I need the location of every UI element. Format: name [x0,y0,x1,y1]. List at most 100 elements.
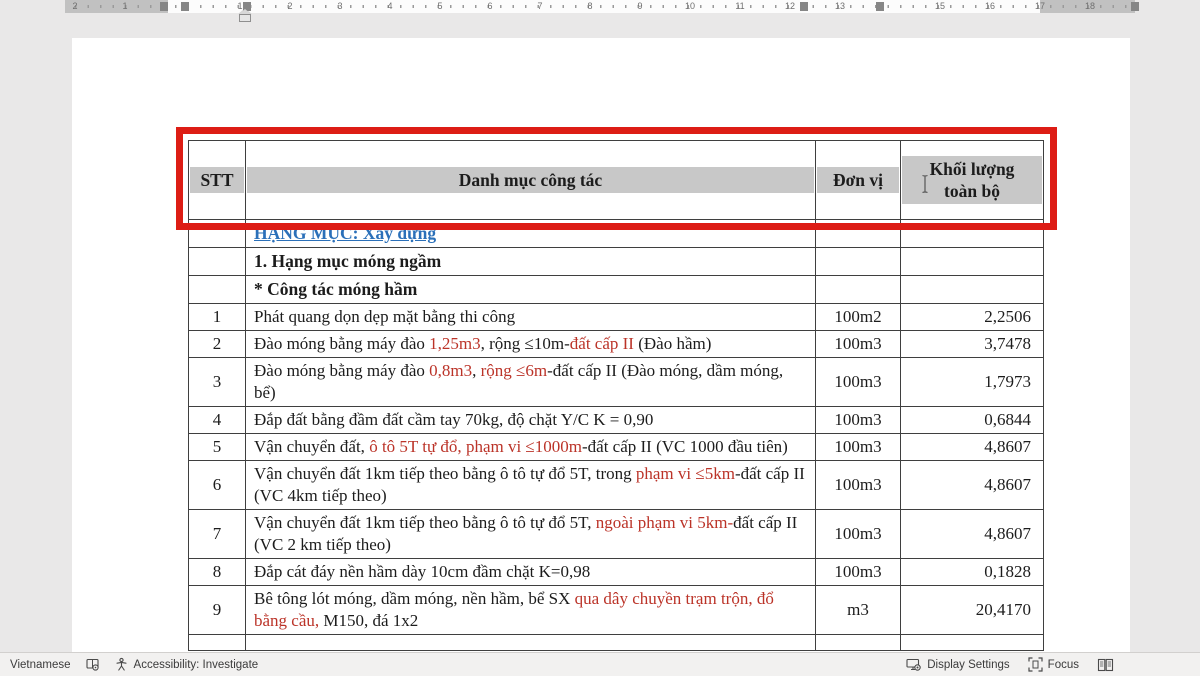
cell-desc[interactable]: Đắp đất bằng đầm đất cầm tay 70kg, độ ch… [246,407,816,434]
cell-qty[interactable] [901,248,1044,276]
cell-qty[interactable]: 4,8607 [901,461,1044,510]
cell-no[interactable] [189,635,246,651]
display-settings-button[interactable]: Display Settings [906,658,1009,672]
cell-unit[interactable] [816,276,901,304]
cell-no[interactable]: 5 [189,434,246,461]
cell-no[interactable]: 3 [189,358,246,407]
cell-desc[interactable]: 1. Hạng mục móng ngầm [246,248,816,276]
desc-text: Bê tông lót móng, dầm móng, nền hầm, bể … [254,589,575,608]
column-marker[interactable] [160,2,168,11]
cell-unit[interactable] [816,220,901,248]
table-row: 9 Bê tông lót móng, dầm móng, nền hầm, bể… [189,586,1044,635]
cell-desc[interactable] [246,635,816,651]
cell-unit[interactable] [816,248,901,276]
cell-qty[interactable]: 20,4170 [901,586,1044,635]
red-text: rộng ≤6m [481,361,547,380]
header-don-vi[interactable]: Đơn vị [816,141,901,220]
proofing-status-button[interactable] [85,657,100,672]
document-page[interactable]: STT Danh mục công tác Đơn vị Khối lượng … [72,38,1130,652]
column-marker[interactable] [876,2,884,11]
text-cursor [921,174,929,199]
cell-unit[interactable] [816,635,901,651]
header-khoi-luong[interactable]: Khối lượng toàn bộ [901,141,1044,220]
cell-desc[interactable]: HẠNG MỤC: Xây dựng [246,220,816,248]
cell-unit[interactable]: 100m3 [816,434,901,461]
red-text: phạm vi ≤1000m [466,437,582,456]
cell-unit[interactable]: 100m3 [816,510,901,559]
cell-unit[interactable]: 100m3 [816,358,901,407]
red-text: 0,8m3 [429,361,472,380]
ruler-number: 1 [122,0,127,13]
cell-desc[interactable]: Vận chuyển đất 1km tiếp theo bằng ô tô t… [246,461,816,510]
red-text: phạm vi ≤5km [636,464,735,483]
focus-button[interactable]: Focus [1028,657,1079,672]
desc-text: Vận chuyển đất, [254,437,369,456]
ruler-number: 5 [437,0,442,13]
cell-no[interactable] [189,248,246,276]
cell-qty[interactable]: 0,6844 [901,407,1044,434]
cell-unit[interactable]: m3 [816,586,901,635]
cell-no[interactable]: 4 [189,407,246,434]
cell-desc[interactable]: Đắp cát đáy nền hầm dày 10cm đầm chặt K=… [246,559,816,586]
cell-desc[interactable]: Vận chuyển đất 1km tiếp theo bằng ô tô t… [246,510,816,559]
cell-desc[interactable]: Phát quang dọn dẹp mặt bằng thi công [246,304,816,331]
accessibility-button[interactable]: Accessibility: Investigate [114,657,259,672]
cell-desc[interactable]: Đào móng bằng máy đào 0,8m3, rộng ≤6m-đấ… [246,358,816,407]
cell-qty[interactable] [901,276,1044,304]
cell-qty[interactable]: 2,2506 [901,304,1044,331]
cell-no[interactable] [189,220,246,248]
table-row [189,635,1044,651]
cell-qty[interactable] [901,635,1044,651]
cell-no[interactable]: 7 [189,510,246,559]
column-marker[interactable] [1131,2,1139,11]
cell-desc[interactable]: Bê tông lót móng, dầm móng, nền hầm, bể … [246,586,816,635]
header-danh-muc[interactable]: Danh mục công tác [246,141,816,220]
ruler-number: 6 [487,0,492,13]
hanging-indent-icon [239,9,251,14]
cell-qty[interactable]: 3,7478 [901,331,1044,358]
horizontal-ruler[interactable]: 211234567891011121315161718 [0,0,1200,13]
table-row: 8Đắp cát đáy nền hầm dày 10cm đầm chặt K… [189,559,1044,586]
cell-qty[interactable] [901,220,1044,248]
cell-no[interactable]: 9 [189,586,246,635]
ruler-number: 3 [337,0,342,13]
desc-text: Đào móng bằng máy đào [254,361,429,380]
cell-no[interactable]: 2 [189,331,246,358]
indent-marker[interactable] [239,9,251,21]
column-marker[interactable] [800,2,808,11]
table-row: HẠNG MỤC: Xây dựng [189,220,1044,248]
cell-desc[interactable]: * Công tác móng hầm [246,276,816,304]
cell-qty[interactable]: 1,7973 [901,358,1044,407]
cell-no[interactable]: 6 [189,461,246,510]
blue-section-title: HẠNG MỤC: Xây dựng [254,223,436,243]
language-button[interactable]: Vietnamese [10,659,71,671]
read-mode-book-icon [1097,658,1114,672]
cell-no[interactable] [189,276,246,304]
desc-text: 1. Hạng mục móng ngầm [254,251,441,271]
cell-unit[interactable]: 100m3 [816,407,901,434]
cell-no[interactable]: 1 [189,304,246,331]
cell-qty[interactable]: 4,8607 [901,434,1044,461]
cell-unit[interactable]: 100m3 [816,331,901,358]
ruler-number: 4 [387,0,392,13]
header-stt[interactable]: STT [189,141,246,220]
display-settings-icon [906,658,922,672]
word-window: { "ruler": { "left_margin_numbers": ["2"… [0,0,1200,675]
cell-unit[interactable]: 100m3 [816,461,901,510]
read-mode-button[interactable] [1097,658,1114,672]
cell-unit[interactable]: 100m3 [816,559,901,586]
cell-desc[interactable]: Đào móng bằng máy đào 1,25m3, rộng ≤10m-… [246,331,816,358]
cell-no[interactable]: 8 [189,559,246,586]
column-marker[interactable] [181,2,189,11]
table-row: 2Đào móng bằng máy đào 1,25m3, rộng ≤10m… [189,331,1044,358]
ruler-number: 16 [985,0,995,13]
cell-qty[interactable]: 4,8607 [901,510,1044,559]
cell-desc[interactable]: Vận chuyển đất, ô tô 5T tự đổ, phạm vi ≤… [246,434,816,461]
desc-text: * Công tác móng hầm [254,279,417,299]
cell-qty[interactable]: 0,1828 [901,559,1044,586]
red-text: đất cấp II [570,334,634,353]
desc-text: (Đào hầm) [634,334,711,353]
cell-unit[interactable]: 100m2 [816,304,901,331]
proofing-book-icon [85,657,100,672]
desc-text: M150, đá 1x2 [319,611,418,630]
